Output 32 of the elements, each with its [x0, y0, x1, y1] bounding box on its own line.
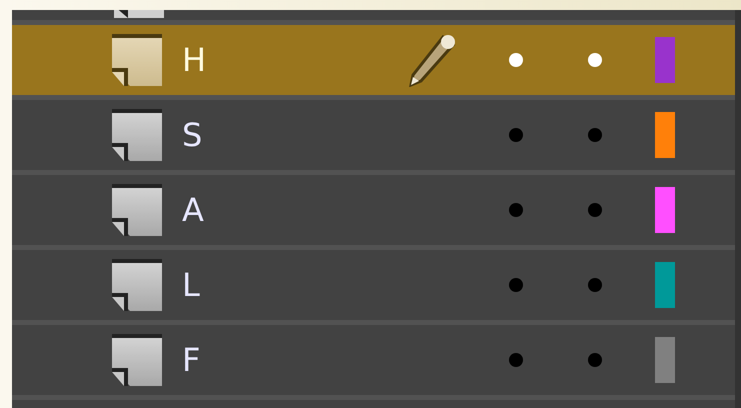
- visibility-dot-icon[interactable]: [509, 203, 523, 217]
- lock-dot-icon[interactable]: [588, 53, 602, 67]
- layer-row[interactable]: H: [12, 25, 735, 95]
- layer-color-swatch[interactable]: [655, 37, 675, 83]
- layer-icon: [112, 259, 162, 311]
- lock-dot-icon[interactable]: [588, 203, 602, 217]
- layer-icon: [112, 334, 162, 386]
- layer-name: H: [182, 41, 208, 79]
- visibility-dot-icon[interactable]: [509, 353, 523, 367]
- layer-icon: [112, 109, 162, 161]
- layer-icon: [112, 184, 162, 236]
- layer-icon: [112, 34, 162, 86]
- pencil-icon: [407, 33, 457, 87]
- lock-dot-icon[interactable]: [588, 278, 602, 292]
- visibility-dot-icon[interactable]: [509, 53, 523, 67]
- layer-row[interactable]: F: [12, 325, 735, 395]
- lock-dot-icon[interactable]: [588, 353, 602, 367]
- visibility-dot-icon[interactable]: [509, 278, 523, 292]
- layer-name: A: [182, 191, 205, 229]
- lock-dot-icon[interactable]: [588, 128, 602, 142]
- visibility-dot-icon[interactable]: [509, 128, 523, 142]
- layer-row[interactable]: L: [12, 250, 735, 320]
- layer-color-swatch[interactable]: [655, 262, 675, 308]
- layer-row[interactable]: S: [12, 100, 735, 170]
- layer-icon: [114, 10, 164, 18]
- layer-color-swatch[interactable]: [655, 337, 675, 383]
- layer-color-swatch[interactable]: [655, 187, 675, 233]
- layer-name: S: [182, 116, 204, 154]
- layer-name: L: [182, 266, 201, 304]
- layer-row[interactable]: A: [12, 175, 735, 245]
- layer-color-swatch[interactable]: [655, 112, 675, 158]
- layer-name: F: [182, 341, 202, 379]
